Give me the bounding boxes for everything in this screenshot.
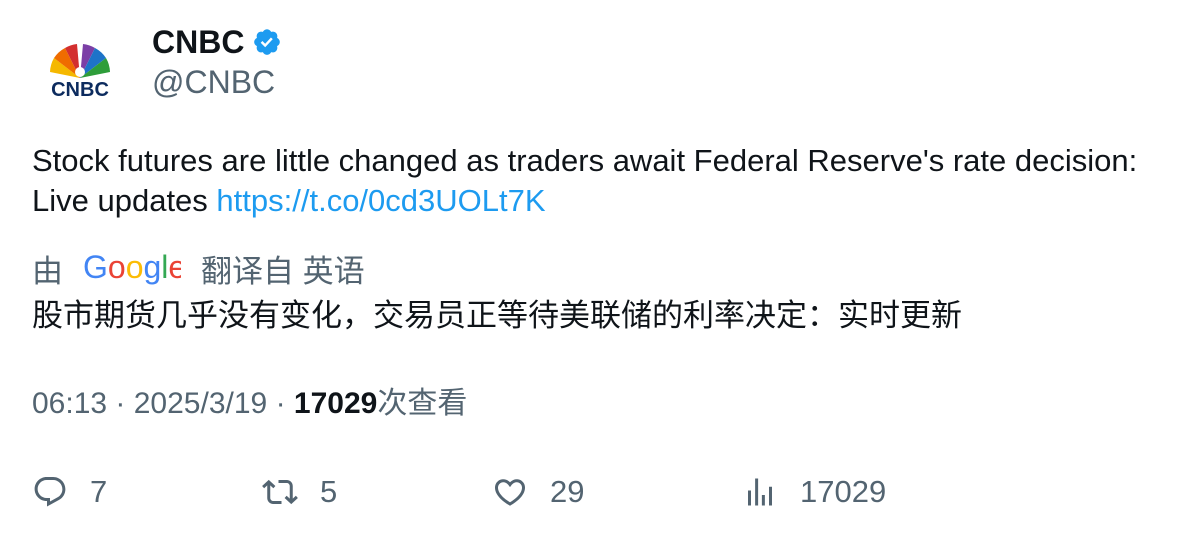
meta-separator: · bbox=[275, 387, 294, 420]
tweet-text: Stock futures are little changed as trad… bbox=[32, 141, 1152, 221]
action-bar: 7 5 29 17029 bbox=[0, 470, 1196, 514]
retweet-count: 5 bbox=[320, 474, 338, 509]
reply-icon bbox=[34, 477, 66, 507]
views-count: 17029 bbox=[293, 387, 378, 420]
retweet-button[interactable]: 5 bbox=[262, 470, 337, 514]
analytics-bar-chart-icon bbox=[748, 478, 772, 506]
avatar-logo-text: CNBC bbox=[51, 79, 109, 101]
display-name-text[interactable]: CNBC bbox=[152, 22, 244, 62]
views-label: 次查看 bbox=[377, 387, 468, 420]
cnbc-peacock-logo: CNBC bbox=[50, 44, 110, 101]
tweet-date[interactable]: 2025/3/19 bbox=[134, 387, 267, 420]
reply-count: 7 bbox=[90, 474, 108, 509]
like-button[interactable]: 29 bbox=[492, 470, 584, 514]
like-count: 29 bbox=[550, 474, 585, 509]
retweet-icon bbox=[262, 479, 298, 505]
meta-separator: · bbox=[115, 387, 134, 420]
handle[interactable]: @CNBC bbox=[152, 62, 275, 102]
google-logo-icon: Google bbox=[83, 249, 181, 285]
verified-badge-icon bbox=[254, 29, 281, 55]
svg-text:Google: Google bbox=[83, 249, 181, 285]
translation-attribution: 由 Google 翻译自 英语 bbox=[32, 246, 365, 290]
views-action-count: 17029 bbox=[800, 474, 887, 509]
tweet-meta: 06:13 · 2025/3/19 · 17029次查看 bbox=[32, 384, 467, 424]
translated-text: 股市期货几乎没有变化，交易员正等待美联储的利率决定：实时更新 bbox=[32, 298, 962, 333]
tweet-body: Stock futures are little changed as trad… bbox=[32, 143, 1138, 218]
display-name[interactable]: CNBC bbox=[152, 22, 282, 62]
avatar[interactable]: CNBC bbox=[36, 30, 124, 110]
translated-by-label: 由 bbox=[32, 253, 63, 289]
heart-icon bbox=[494, 479, 526, 506]
reply-button[interactable]: 7 bbox=[32, 470, 107, 514]
tweet-time[interactable]: 06:13 bbox=[32, 387, 107, 420]
translated-from-label[interactable]: 翻译自 英语 bbox=[201, 246, 365, 291]
views-button[interactable]: 17029 bbox=[742, 470, 886, 514]
tweet-link[interactable]: https://t.co/0cd3UOLt7K bbox=[216, 183, 545, 218]
